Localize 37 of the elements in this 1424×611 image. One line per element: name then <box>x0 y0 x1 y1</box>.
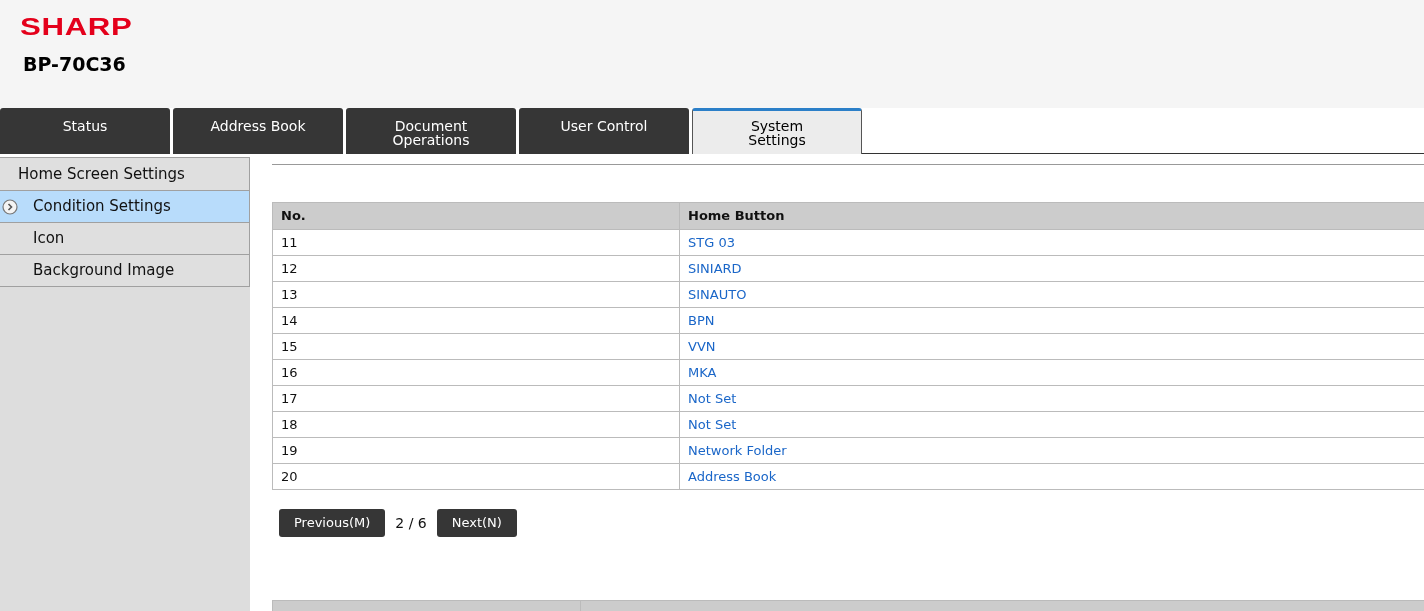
home-button-link[interactable]: Network Folder <box>688 442 787 458</box>
table-cell: 13 <box>272 281 680 308</box>
page-indicator: 2 / 6 <box>395 513 427 533</box>
table-cell: 17 <box>272 385 680 412</box>
home-button-link[interactable]: VVN <box>688 338 716 354</box>
home-button-link[interactable]: STG 03 <box>688 234 735 250</box>
device-model: BP-70C36 <box>23 52 126 76</box>
table-cell: 16 <box>272 359 680 386</box>
home-button-link[interactable]: Not Set <box>688 416 737 432</box>
table-cell: 14 <box>272 307 680 334</box>
sidebar-section-title[interactable]: Home Screen Settings <box>0 158 250 191</box>
column-header: No. <box>272 202 680 230</box>
home-button-link[interactable]: SINIARD <box>688 260 742 276</box>
brand-logo: SHARP <box>20 14 133 40</box>
home-button-link[interactable]: Not Set <box>688 390 737 406</box>
sidebar-item[interactable]: Background Image <box>0 255 250 287</box>
table-cell: 18 <box>272 411 680 438</box>
table-cell: 15 <box>272 333 680 360</box>
sidebar-item[interactable]: Condition Settings <box>0 191 250 223</box>
nav-tab[interactable]: System Settings <box>692 108 862 154</box>
table-cell: 12 <box>272 255 680 282</box>
home-button-link[interactable]: BPN <box>688 312 715 328</box>
chevron-circle-icon <box>2 199 18 215</box>
home-button-link[interactable]: MKA <box>688 364 717 380</box>
nav-tab[interactable]: User Control <box>519 108 689 154</box>
sidebar-item[interactable]: Icon <box>0 223 250 255</box>
column-header: Home Button <box>679 202 1424 230</box>
nav-tab[interactable]: Document Operations <box>346 108 516 154</box>
home-button-link[interactable]: Address Book <box>688 468 777 484</box>
next-button[interactable]: Next(N) <box>436 509 517 537</box>
previous-button[interactable]: Previous(M) <box>279 509 386 537</box>
nav-tab[interactable]: Status <box>0 108 170 154</box>
home-button-link[interactable]: SINAUTO <box>688 286 747 302</box>
nav-tab[interactable]: Address Book <box>173 108 343 154</box>
table-cell: 11 <box>272 229 680 256</box>
table-cell: 20 <box>272 463 680 490</box>
table-cell: 19 <box>272 437 680 464</box>
